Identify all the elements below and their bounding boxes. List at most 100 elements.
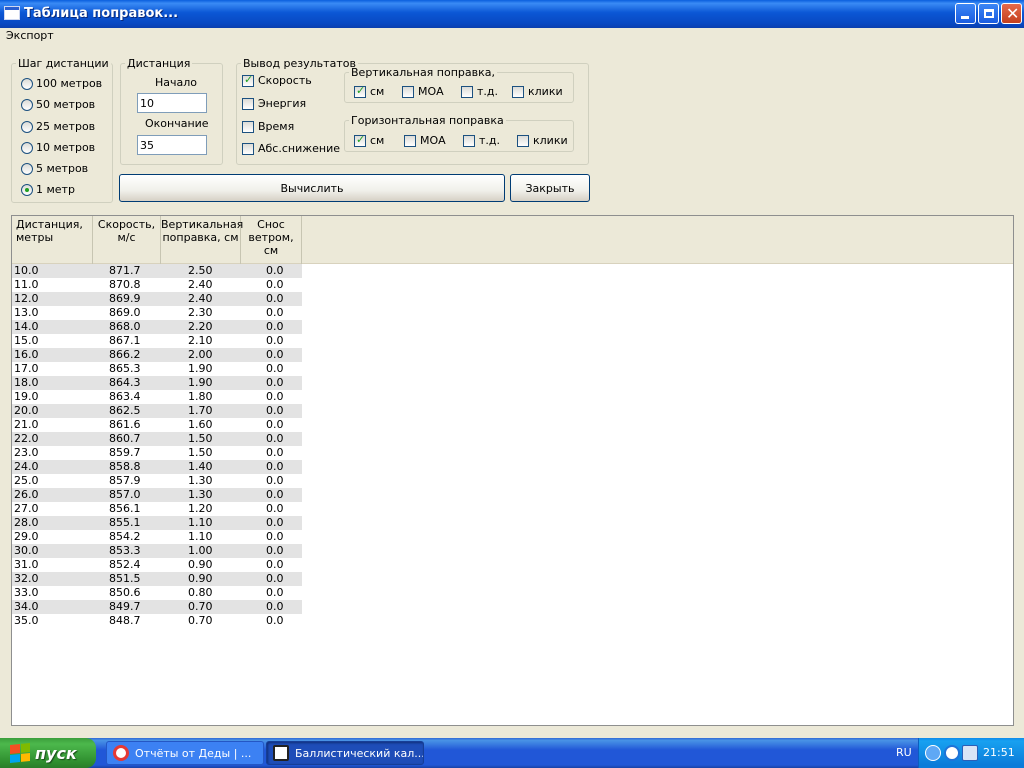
cell-vertical-correction: 2.40	[188, 278, 213, 291]
menu-export[interactable]: Экспорт	[6, 29, 54, 42]
cell-speed: 853.3	[109, 544, 141, 557]
cell-vertical-correction: 2.20	[188, 320, 213, 333]
table-row[interactable]: 33.0 850.6 0.80 0.0	[12, 586, 302, 600]
table-row[interactable]: 34.0 849.7 0.70 0.0	[12, 600, 302, 614]
table-row[interactable]: 13.0 869.0 2.30 0.0	[12, 306, 302, 320]
cell-distance: 24.0	[14, 460, 39, 473]
cell-vertical-correction: 1.50	[188, 432, 213, 445]
checkbox-icon	[461, 85, 473, 98]
table-row[interactable]: 22.0 860.7 1.50 0.0	[12, 432, 302, 446]
tray-ie-icon[interactable]	[944, 745, 960, 761]
table-row[interactable]: 28.0 855.1 1.10 0.0	[12, 516, 302, 530]
vertical-cm-checkbox[interactable]: см	[354, 84, 384, 98]
header-speed[interactable]: Скорость, м/с	[93, 216, 161, 264]
taskbar-item-ballistic[interactable]: Баллистический кал...	[266, 741, 424, 765]
table-row[interactable]: 23.0 859.7 1.50 0.0	[12, 446, 302, 460]
tray-collapse-icon[interactable]	[925, 745, 941, 761]
cell-wind-drift: 0.0	[266, 376, 284, 389]
cell-wind-drift: 0.0	[266, 558, 284, 571]
cell-wind-drift: 0.0	[266, 502, 284, 515]
restore-button[interactable]	[978, 3, 999, 24]
vertical-moa-checkbox[interactable]: МОА	[402, 85, 444, 98]
table-row[interactable]: 30.0 853.3 1.00 0.0	[12, 544, 302, 558]
calculate-button[interactable]: Вычислить	[119, 174, 505, 202]
table-row[interactable]: 11.0 870.8 2.40 0.0	[12, 278, 302, 292]
table-row[interactable]: 10.0 871.7 2.50 0.0	[12, 264, 302, 278]
horizontal-moa-checkbox[interactable]: МОА	[404, 134, 446, 147]
table-row[interactable]: 32.0 851.5 0.90 0.0	[12, 572, 302, 586]
table-row[interactable]: 31.0 852.4 0.90 0.0	[12, 558, 302, 572]
end-distance-input[interactable]	[137, 135, 207, 155]
taskbar-item-browser[interactable]: Отчёты от Деды | ...	[106, 741, 264, 765]
cell-distance: 19.0	[14, 390, 39, 403]
table-row[interactable]: 27.0 856.1 1.20 0.0	[12, 502, 302, 516]
step-radio-50[interactable]: 50 метров	[21, 98, 95, 111]
table-row[interactable]: 15.0 867.1 2.10 0.0	[12, 334, 302, 348]
table-row[interactable]: 20.0 862.5 1.70 0.0	[12, 404, 302, 418]
start-distance-input[interactable]	[137, 93, 207, 113]
close-window-button[interactable]: ✕	[1001, 3, 1022, 24]
minimize-icon	[961, 16, 969, 19]
speed-checkbox[interactable]: Скорость	[242, 73, 312, 87]
step-radio-10[interactable]: 10 метров	[21, 141, 95, 154]
cell-speed: 870.8	[109, 278, 141, 291]
table-row[interactable]: 29.0 854.2 1.10 0.0	[12, 530, 302, 544]
table-row[interactable]: 18.0 864.3 1.90 0.0	[12, 376, 302, 390]
start-button[interactable]: пуск	[0, 738, 96, 768]
horizontal-clicks-checkbox[interactable]: клики	[517, 134, 568, 147]
cell-vertical-correction: 1.30	[188, 474, 213, 487]
vertical-clicks-checkbox[interactable]: клики	[512, 85, 563, 98]
checkbox-icon	[404, 134, 416, 147]
radio-icon	[21, 162, 33, 175]
checkbox-icon	[242, 142, 254, 155]
header-vertical-correction[interactable]: Вертикальная поправка, см	[161, 216, 243, 264]
cell-speed: 867.1	[109, 334, 141, 347]
cell-vertical-correction: 1.80	[188, 390, 213, 403]
language-indicator[interactable]: RU	[896, 746, 912, 759]
results-table[interactable]: Дистанция, метры Скорость, м/с Вертикаль…	[11, 215, 1014, 726]
energy-checkbox[interactable]: Энергия	[242, 97, 306, 110]
horizontal-td-checkbox[interactable]: т.д.	[463, 134, 500, 147]
time-checkbox[interactable]: Время	[242, 120, 294, 133]
cell-speed: 871.7	[109, 264, 141, 277]
table-row[interactable]: 21.0 861.6 1.60 0.0	[12, 418, 302, 432]
cell-speed: 860.7	[109, 432, 141, 445]
header-wind-drift[interactable]: Снос ветром, см	[241, 216, 302, 264]
table-row[interactable]: 12.0 869.9 2.40 0.0	[12, 292, 302, 306]
radio-selected-icon	[21, 183, 33, 196]
radio-icon	[21, 120, 33, 133]
close-icon: ✕	[1006, 4, 1020, 23]
abs-drop-checkbox[interactable]: Абс.снижение	[242, 142, 340, 155]
table-row[interactable]: 14.0 868.0 2.20 0.0	[12, 320, 302, 334]
checkbox-icon	[463, 134, 475, 147]
cell-distance: 35.0	[14, 614, 39, 627]
table-row[interactable]: 24.0 858.8 1.40 0.0	[12, 460, 302, 474]
step-radio-25[interactable]: 25 метров	[21, 120, 95, 133]
checkbox-icon	[512, 85, 524, 98]
table-row[interactable]: 19.0 863.4 1.80 0.0	[12, 390, 302, 404]
cell-speed: 858.8	[109, 460, 141, 473]
table-row[interactable]: 17.0 865.3 1.90 0.0	[12, 362, 302, 376]
table-row[interactable]: 26.0 857.0 1.30 0.0	[12, 488, 302, 502]
vertical-td-checkbox[interactable]: т.д.	[461, 85, 498, 98]
tray-network-icon[interactable]	[962, 745, 978, 761]
minimize-button[interactable]	[955, 3, 976, 24]
cell-vertical-correction: 0.70	[188, 600, 213, 613]
restore-icon	[984, 9, 994, 18]
table-row[interactable]: 16.0 866.2 2.00 0.0	[12, 348, 302, 362]
table-row[interactable]: 25.0 857.9 1.30 0.0	[12, 474, 302, 488]
step-radio-5[interactable]: 5 метров	[21, 162, 88, 175]
close-button[interactable]: Закрыть	[510, 174, 590, 202]
cell-vertical-correction: 2.50	[188, 264, 213, 277]
cell-vertical-correction: 0.70	[188, 614, 213, 627]
cell-vertical-correction: 1.30	[188, 488, 213, 501]
distance-group-legend: Дистанция	[127, 57, 191, 70]
end-label: Окончание	[145, 117, 209, 130]
title-bar[interactable]: Таблица поправок... ✕	[0, 0, 1024, 28]
step-radio-100[interactable]: 100 метров	[21, 77, 102, 90]
horizontal-cm-checkbox[interactable]: см	[354, 133, 384, 147]
cell-vertical-correction: 1.90	[188, 362, 213, 375]
header-distance[interactable]: Дистанция, метры	[12, 216, 93, 264]
table-row[interactable]: 35.0 848.7 0.70 0.0	[12, 614, 302, 628]
step-radio-1[interactable]: 1 метр	[21, 183, 75, 196]
